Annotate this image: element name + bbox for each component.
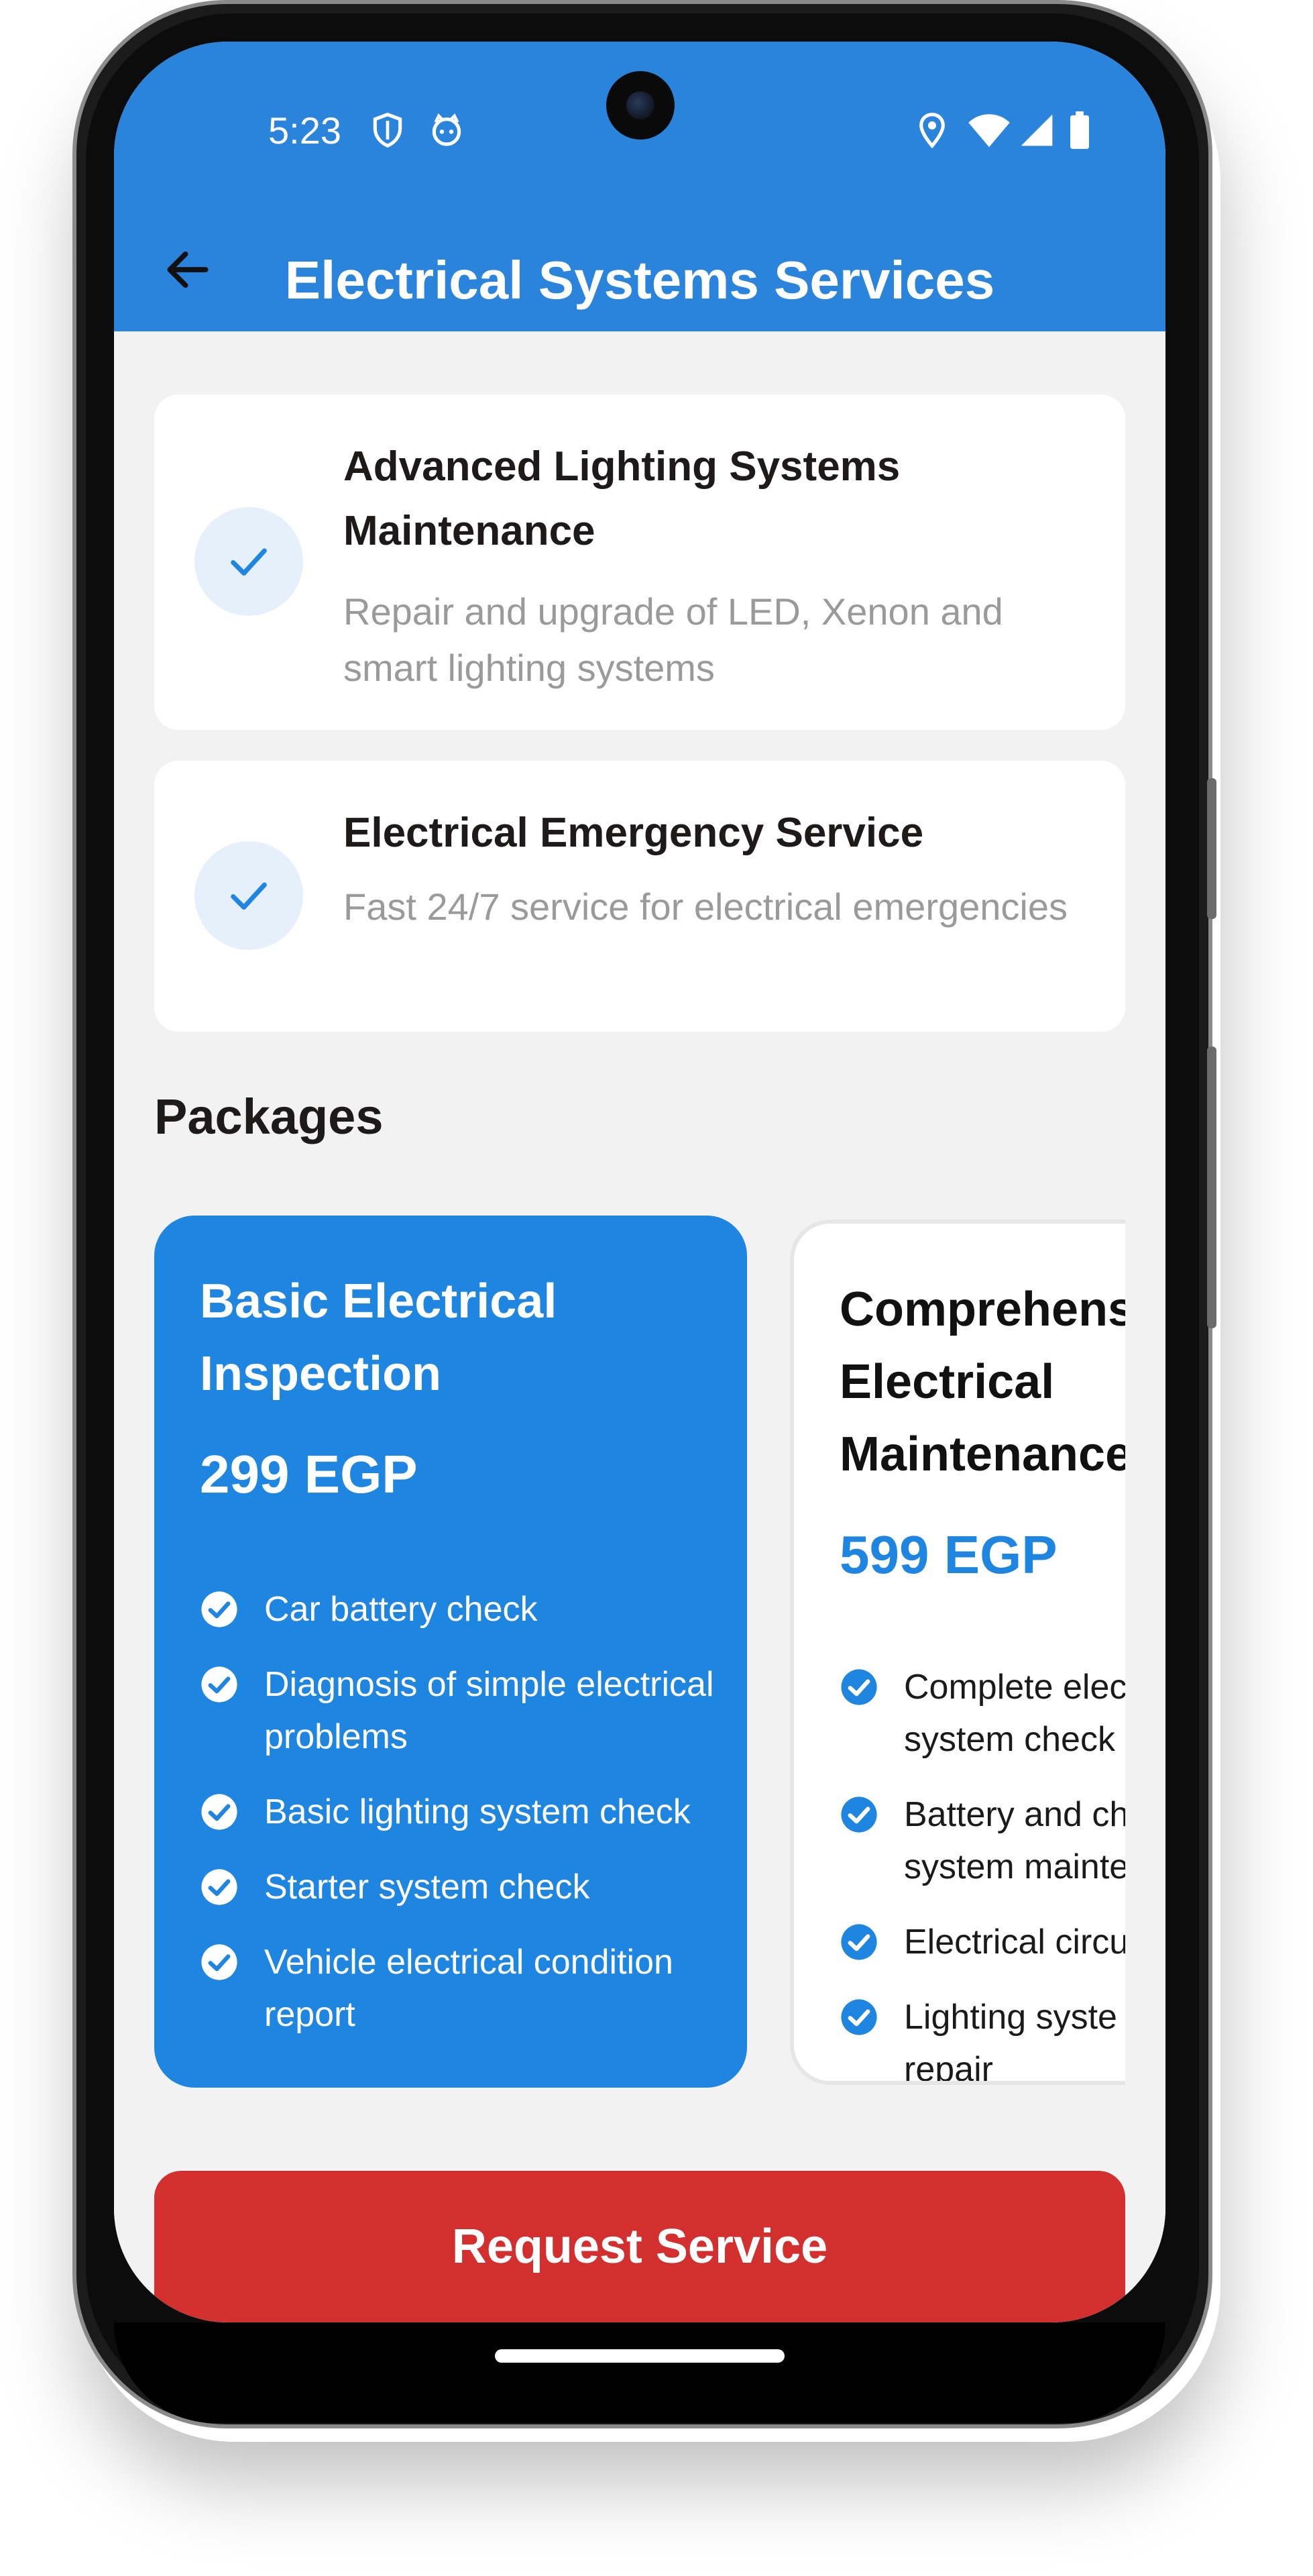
feature-item: Diagnosis of simple electrical problems xyxy=(200,1658,720,1763)
check-circle-icon xyxy=(201,1944,237,1980)
battery-icon xyxy=(1070,111,1089,149)
check-circle-icon xyxy=(201,1869,237,1905)
check-badge xyxy=(194,841,303,950)
feature-text: Basic lighting system check xyxy=(264,1792,691,1831)
package-card-comprehensive[interactable]: Comprehensi Electrical Maintenance 599 E… xyxy=(790,1220,1125,2085)
wifi-icon xyxy=(968,114,1010,148)
feature-list: Car battery check Diagnosis of simple el… xyxy=(200,1583,720,2063)
package-card-basic[interactable]: Basic Electrical Inspection 299 EGP Car … xyxy=(154,1216,747,2088)
feature-item: Starter system check xyxy=(200,1861,720,1913)
app-bar: 5:23 Electrical Systems Services xyxy=(114,42,1165,331)
package-price: 299 EGP xyxy=(200,1444,418,1504)
service-description: Repair and upgrade of LED, Xenon and sma… xyxy=(343,590,1003,689)
service-title: Electrical Emergency Service xyxy=(343,810,924,856)
service-title: Advanced Lighting Systems Maintenance xyxy=(343,443,901,554)
check-badge xyxy=(194,507,303,616)
feature-item: Car battery check xyxy=(200,1583,720,1635)
status-time: 5:23 xyxy=(268,109,341,152)
check-icon xyxy=(231,882,267,910)
service-card-emergency[interactable]: Electrical Emergency Service Fast 24/7 s… xyxy=(154,761,1125,1032)
page-title: Electrical Systems Services xyxy=(284,250,995,310)
check-circle-icon xyxy=(201,1666,237,1703)
feature-item: Basic lighting system check xyxy=(200,1786,720,1838)
package-name: Basic Electrical Inspection xyxy=(200,1275,557,1401)
packages-carousel[interactable]: Basic Electrical Inspection 299 EGP Car … xyxy=(154,1216,1125,2101)
feature-item: Complete elec system check xyxy=(840,1661,1125,1766)
package-price: 599 EGP xyxy=(840,1525,1058,1585)
check-circle-icon xyxy=(841,1999,877,2035)
feature-text: Starter system check xyxy=(264,1868,590,1907)
service-card-lighting[interactable]: Advanced Lighting Systems Maintenance Re… xyxy=(154,394,1125,730)
signal-icon xyxy=(1021,114,1053,146)
shield-icon xyxy=(373,112,402,148)
check-circle-icon xyxy=(841,1924,877,1960)
cat-face-icon xyxy=(432,113,461,146)
check-circle-icon xyxy=(201,1794,237,1830)
navigation-bar xyxy=(114,2322,1165,2423)
package-name: Comprehensi Electrical Maintenance xyxy=(840,1283,1125,1481)
front-camera xyxy=(606,71,675,140)
feature-text: Car battery check xyxy=(264,1590,538,1629)
feature-text: Electrical circu xyxy=(904,1923,1125,1962)
feature-item: Battery and ch system mainte xyxy=(840,1788,1125,1893)
check-icon xyxy=(231,548,267,576)
content-scroll[interactable]: Advanced Lighting Systems Maintenance Re… xyxy=(114,331,1165,2322)
location-icon xyxy=(919,113,945,149)
feature-text: Diagnosis of simple electrical problems xyxy=(264,1665,714,1756)
service-description: Fast 24/7 service for electrical emergen… xyxy=(343,885,1068,928)
feature-item: Vehicle electrical condition report xyxy=(200,1936,720,2041)
volume-button xyxy=(1207,1046,1216,1328)
check-circle-icon xyxy=(841,1669,877,1705)
request-service-button[interactable]: Request Service xyxy=(154,2171,1125,2322)
phone-screen: 5:23 Electrical Systems Services Advance… xyxy=(114,42,1165,2322)
feature-list: Complete elec system check Battery and c… xyxy=(840,1661,1125,2085)
home-gesture-handle[interactable] xyxy=(495,2349,785,2363)
check-circle-icon xyxy=(841,1796,877,1833)
feature-item: Electrical circu xyxy=(840,1916,1125,1968)
packages-heading: Packages xyxy=(154,1089,384,1144)
feature-text: Battery and ch system mainte xyxy=(904,1795,1125,1886)
check-circle-icon xyxy=(201,1591,237,1627)
power-button xyxy=(1207,778,1216,919)
feature-text: Lighting syste repair xyxy=(904,1998,1117,2085)
feature-item: Lighting syste repair xyxy=(840,1991,1125,2085)
feature-text: Vehicle electrical condition report xyxy=(264,1943,673,2034)
feature-text: Complete elec system check xyxy=(904,1668,1125,1759)
